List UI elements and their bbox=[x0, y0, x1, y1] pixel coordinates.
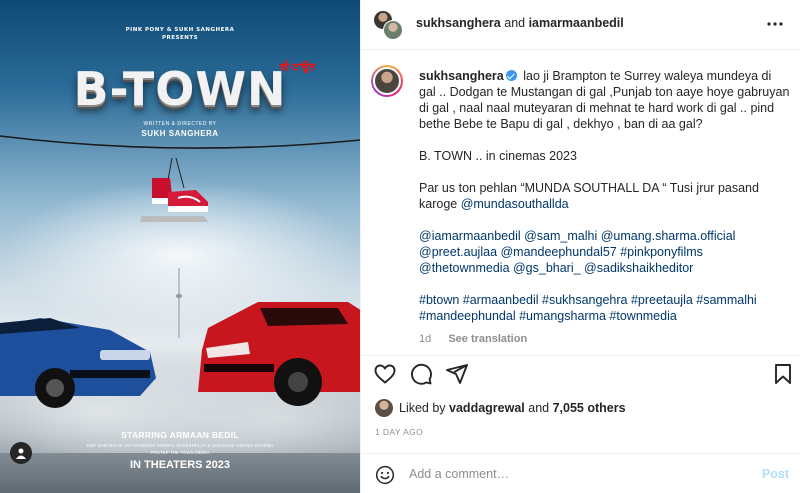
bookmark-icon[interactable] bbox=[771, 362, 795, 386]
likes-text: Liked by vaddagrewal and 7,055 others bbox=[399, 401, 626, 415]
caption-age: 1d bbox=[419, 333, 432, 345]
post-timestamp[interactable]: 1 DAY AGO bbox=[375, 427, 423, 437]
instagram-post: PINK PONY & SUKH SANGHERA PRESENTS B-TOW… bbox=[0, 0, 800, 493]
caption-mentions[interactable]: @iamarmaanbedil @sam_malhi @umang.sharma… bbox=[419, 228, 791, 276]
authors-separator: and bbox=[500, 16, 529, 30]
post-image[interactable]: PINK PONY & SUKH SANGHERA PRESENTS B-TOW… bbox=[0, 0, 360, 493]
avatar[interactable] bbox=[371, 65, 403, 97]
heart-icon[interactable] bbox=[373, 362, 397, 386]
caption-paragraph-2: B. TOWN .. in cinemas 2023 bbox=[419, 149, 577, 163]
likes-count[interactable]: 7,055 others bbox=[553, 401, 626, 415]
post-sidebar: sukhsanghera and iamarmaanbedil sukhsang… bbox=[360, 0, 800, 493]
poster-crew-line2: POSTER THE TOWN MEDIA bbox=[150, 450, 210, 455]
poster-title-punjabi: ਬੀ-ਟਾਊਨ bbox=[280, 62, 316, 73]
red-car bbox=[198, 302, 360, 406]
caption-username[interactable]: sukhsanghera bbox=[419, 69, 504, 83]
avatar[interactable] bbox=[375, 399, 393, 417]
more-icon[interactable] bbox=[765, 14, 785, 34]
comment-bar: Post bbox=[361, 453, 800, 493]
post-comment-button[interactable]: Post bbox=[762, 467, 789, 481]
liker-link[interactable]: vaddagrewal bbox=[449, 401, 525, 415]
collab-avatars[interactable] bbox=[373, 10, 407, 42]
blue-car bbox=[0, 318, 156, 408]
avatar bbox=[383, 20, 403, 40]
comment-icon[interactable] bbox=[409, 362, 433, 386]
poster-credit-label: WRITTEN & DIRECTED BY bbox=[143, 121, 217, 127]
poster-crew: DOP SAM MALHI 1ST MANDEEP HUNDAL SCREENP… bbox=[0, 442, 360, 456]
author-link-1[interactable]: sukhsanghera bbox=[416, 16, 501, 30]
action-bar bbox=[361, 355, 800, 393]
poster-crew-line1: DOP SAM MALHI 1ST MANDEEP HUNDAL SCREENP… bbox=[86, 443, 274, 448]
hanging-sneakers bbox=[140, 158, 208, 222]
tagged-user-icon[interactable] bbox=[10, 442, 32, 464]
verified-icon bbox=[505, 70, 517, 81]
poster-presents: PINK PONY & SUKH SANGHERA PRESENTS bbox=[0, 26, 360, 42]
post-authors: sukhsanghera and iamarmaanbedil bbox=[416, 16, 624, 30]
mention-link[interactable]: @mundasouthallda bbox=[461, 197, 569, 211]
post-header: sukhsanghera and iamarmaanbedil bbox=[361, 0, 800, 50]
likes-prefix: Liked by bbox=[399, 401, 450, 415]
comment-input[interactable] bbox=[409, 462, 739, 486]
poster-credit: WRITTEN & DIRECTED BY SUKH SANGHERA bbox=[0, 121, 360, 138]
poster-presents-line2: PRESENTS bbox=[161, 35, 199, 41]
likes-separator: and bbox=[524, 401, 553, 415]
poster-release: IN THEATERS 2023 bbox=[129, 459, 231, 471]
caption-text: sukhsanghera lao ji Brampton te Surrey w… bbox=[419, 68, 791, 340]
see-translation-button[interactable]: See translation bbox=[448, 333, 527, 345]
caption-hashtags[interactable]: #btown #armaanbedil #sukhsangehra #preet… bbox=[419, 292, 791, 324]
person-glyph bbox=[16, 448, 26, 459]
poster-starring: STARRING ARMAAN BEDIL bbox=[121, 430, 239, 440]
emoji-icon[interactable] bbox=[375, 465, 395, 485]
author-link-2[interactable]: iamarmaanbedil bbox=[529, 16, 624, 30]
caption-meta: 1d See translation bbox=[419, 333, 527, 345]
likes-row: Liked by vaddagrewal and 7,055 others bbox=[361, 395, 800, 421]
share-icon[interactable] bbox=[445, 362, 469, 386]
post-caption: sukhsanghera lao ji Brampton te Surrey w… bbox=[361, 50, 800, 355]
poster-presents-line1: PINK PONY & SUKH SANGHERA bbox=[125, 27, 235, 33]
poster-credit-name: SUKH SANGHERA bbox=[141, 129, 219, 138]
